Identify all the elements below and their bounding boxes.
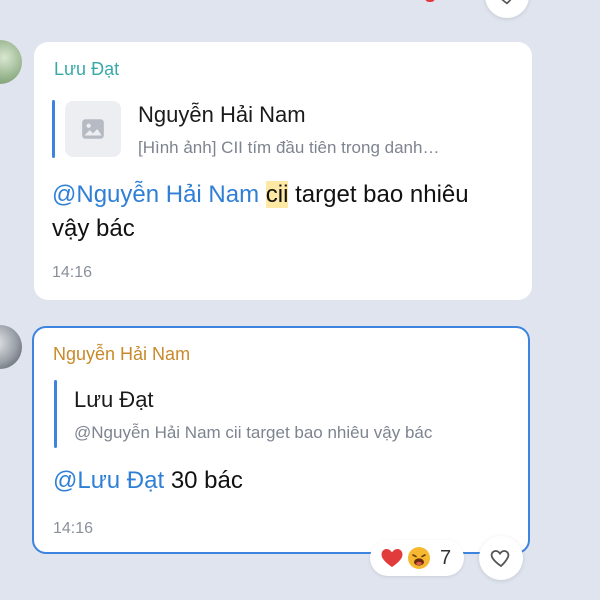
message-text-line2: vậy bác [52, 215, 135, 242]
sender-name[interactable]: Nguyễn Hải Nam [53, 344, 190, 365]
avatar[interactable] [0, 325, 22, 369]
reaction-summary[interactable]: 7 [370, 540, 464, 576]
quote-title: Nguyễn Hải Nam [138, 102, 306, 127]
heart-outline-icon [501, 0, 512, 5]
quote-snippet: [Hình ảnh] CII tím đầu tiên trong danh… [138, 138, 440, 157]
mention[interactable]: @Lưu Đạt [53, 467, 164, 494]
quote-snippet: @Nguyễn Hải Nam cii target bao nhiêu vậy… [74, 423, 433, 442]
message-text-line1: target bao nhiêu [295, 181, 469, 208]
sender-name[interactable]: Lưu Đạt [54, 59, 119, 80]
timestamp: 14:16 [52, 264, 93, 281]
heart-outline-icon [490, 550, 510, 568]
message-text-body: 30 bác [170, 467, 243, 494]
quote-thumbnail [65, 101, 121, 157]
reaction-count: 7 [440, 546, 452, 569]
quote-bar [54, 380, 57, 448]
timestamp: 14:16 [53, 520, 94, 537]
message-bubble-selected[interactable]: Nguyễn Hải Nam Lưu Đạt @Nguyễn Hải Nam c… [32, 326, 530, 554]
heart-emoji [381, 549, 403, 567]
avatar[interactable] [0, 40, 22, 84]
react-heart-button[interactable] [479, 536, 523, 580]
quote-bar [52, 100, 55, 158]
message-text: @Nguyễn Hải Nam cii target bao nhiêu vậy… [52, 178, 512, 246]
image-icon [82, 119, 104, 139]
laughing-emoji [408, 547, 430, 569]
quote-title: Lưu Đạt [74, 387, 154, 412]
message-bubble[interactable]: Lưu Đạt Nguyễn Hải Nam [Hình ảnh] CII tí… [34, 42, 532, 300]
highlighted-keyword: cii [265, 181, 289, 208]
reaction-heart-button-top[interactable] [485, 0, 529, 18]
message-text: @Lưu Đạt 30 bác [53, 464, 243, 498]
reaction-partial-top [425, 0, 435, 2]
mention[interactable]: @Nguyễn Hải Nam [52, 181, 259, 208]
